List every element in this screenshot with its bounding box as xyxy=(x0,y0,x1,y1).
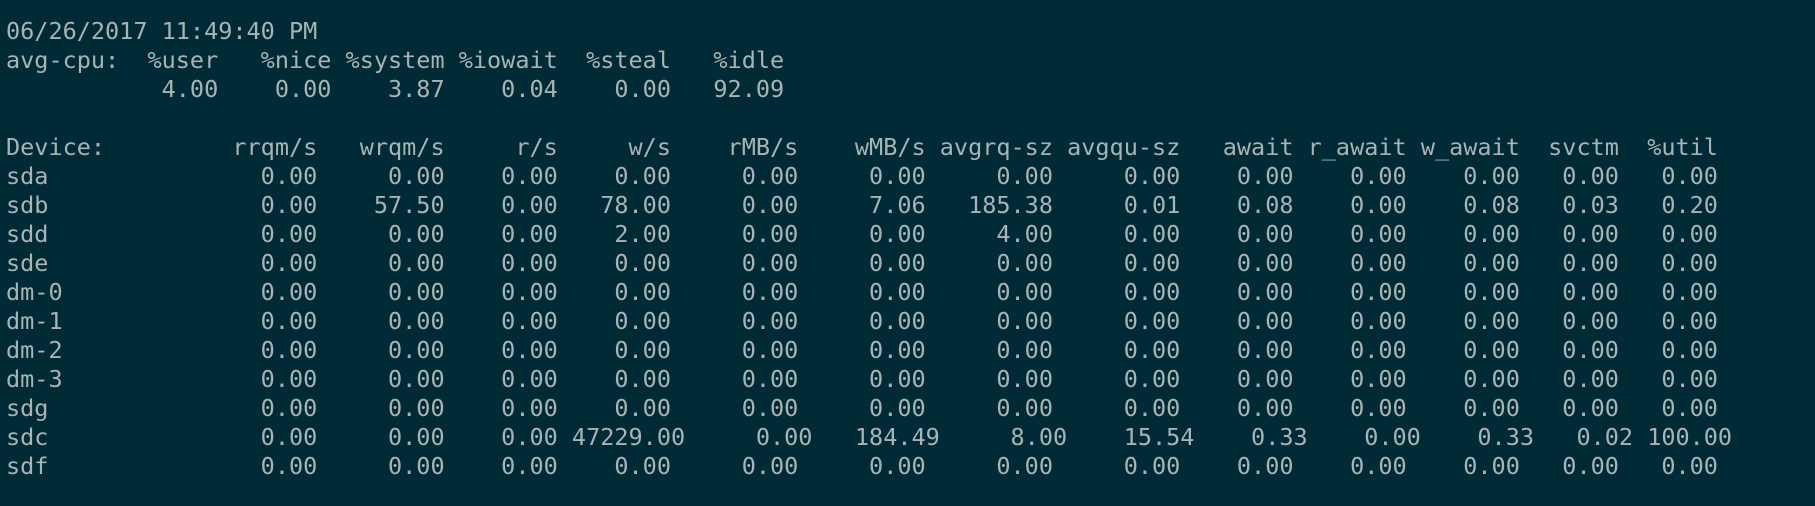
device-row-sdf: sdf 0.00 0.00 0.00 0.00 0.00 0.00 0.00 0… xyxy=(6,452,1718,480)
device-row-dm-1: dm-1 0.00 0.00 0.00 0.00 0.00 0.00 0.00 … xyxy=(6,307,1718,335)
avg-cpu-header-line: avg-cpu: %user %nice %system %iowait %st… xyxy=(6,46,785,74)
device-row-sdg: sdg 0.00 0.00 0.00 0.00 0.00 0.00 0.00 0… xyxy=(6,394,1718,422)
device-row-sde: sde 0.00 0.00 0.00 0.00 0.00 0.00 0.00 0… xyxy=(6,249,1718,277)
device-row-sdd: sdd 0.00 0.00 0.00 2.00 0.00 0.00 4.00 0… xyxy=(6,220,1718,248)
device-row-dm-2: dm-2 0.00 0.00 0.00 0.00 0.00 0.00 0.00 … xyxy=(6,336,1718,364)
device-row-dm-3: dm-3 0.00 0.00 0.00 0.00 0.00 0.00 0.00 … xyxy=(6,365,1718,393)
avg-cpu-values-line: 4.00 0.00 3.87 0.04 0.00 92.09 xyxy=(6,75,785,103)
timestamp-line: 06/26/2017 11:49:40 PM xyxy=(6,17,318,45)
device-row-dm-0: dm-0 0.00 0.00 0.00 0.00 0.00 0.00 0.00 … xyxy=(6,278,1718,306)
device-row-sdc: sdc 0.00 0.00 0.00 47229.00 0.00 184.49 … xyxy=(6,423,1733,451)
device-header-line: Device: rrqm/s wrqm/s r/s w/s rMB/s wMB/… xyxy=(6,133,1718,161)
device-row-sda: sda 0.00 0.00 0.00 0.00 0.00 0.00 0.00 0… xyxy=(6,162,1718,190)
device-row-sdb: sdb 0.00 57.50 0.00 78.00 0.00 7.06 185.… xyxy=(6,191,1718,219)
terminal-output: 06/26/2017 11:49:40 PM avg-cpu: %user %ni… xyxy=(6,17,1732,481)
